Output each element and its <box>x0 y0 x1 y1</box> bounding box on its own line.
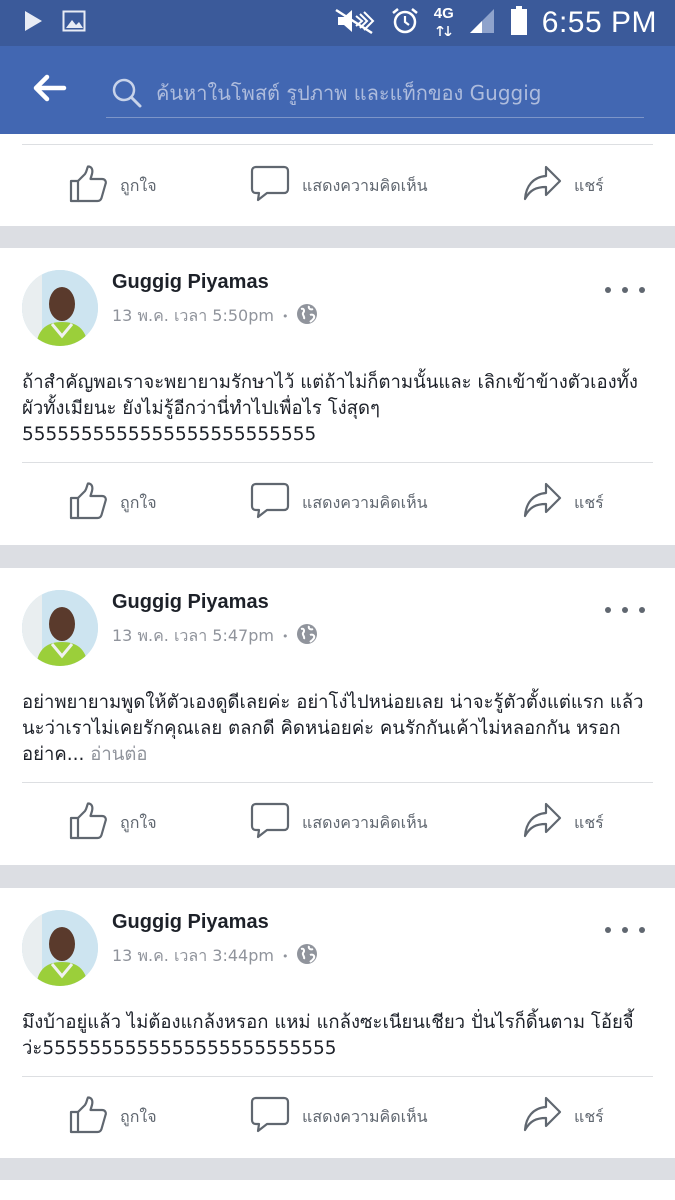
share-button[interactable]: แชร์ <box>522 783 604 863</box>
thumbs-up-icon <box>68 482 108 524</box>
comment-label: แสดงความคิดเห็น <box>302 812 428 832</box>
comment-bubble-icon <box>250 802 290 844</box>
clock-time: 6:55 PM <box>541 6 657 39</box>
more-options-button[interactable] <box>605 918 645 942</box>
more-options-button[interactable] <box>605 598 645 622</box>
post-header: Guggig Piyamas 13 พ.ค. เวลา 3:44pm • <box>0 888 675 988</box>
data-arrows-icon <box>436 21 452 40</box>
post-card: Guggig Piyamas 13 พ.ค. เวลา 5:47pm • อย่… <box>0 568 675 865</box>
thumbs-up-icon <box>68 1096 108 1138</box>
comment-bubble-icon <box>250 1096 290 1138</box>
share-arrow-icon <box>522 482 562 524</box>
like-label: ถูกใจ <box>120 492 157 512</box>
post-meta: 13 พ.ค. เวลา 5:47pm • <box>112 623 318 649</box>
comment-bubble-icon <box>250 482 290 524</box>
like-button[interactable]: ถูกใจ <box>68 1077 157 1157</box>
globe-icon <box>296 623 318 649</box>
alarm-icon <box>390 6 420 40</box>
previous-post-card: ถูกใจ แสดงความคิดเห็น แชร์ <box>0 134 675 226</box>
post-header: Guggig Piyamas 13 พ.ค. เวลา 5:50pm • <box>0 248 675 348</box>
like-button[interactable]: ถูกใจ <box>68 146 157 226</box>
battery-icon <box>510 6 528 40</box>
post-author[interactable]: Guggig Piyamas <box>112 591 269 614</box>
thumbs-up-icon <box>68 802 108 844</box>
avatar[interactable] <box>22 590 98 666</box>
search-icon <box>106 77 148 109</box>
divider <box>22 144 653 145</box>
signal-icon <box>468 7 496 39</box>
status-bar: 4G 6:55 PM <box>0 0 675 46</box>
meta-separator: • <box>281 949 289 963</box>
post-card: Guggig Piyamas 13 พ.ค. เวลา 3:44pm • มึง… <box>0 888 675 1158</box>
comment-button[interactable]: แสดงความคิดเห็น <box>250 783 428 863</box>
globe-icon <box>296 943 318 969</box>
share-arrow-icon <box>522 165 562 207</box>
post-meta: 13 พ.ค. เวลา 3:44pm • <box>112 943 318 969</box>
post-meta: 13 พ.ค. เวลา 5:50pm • <box>112 303 318 329</box>
meta-separator: • <box>281 309 289 323</box>
comment-label: แสดงความคิดเห็น <box>302 492 428 512</box>
post-actions: ถูกใจ แสดงความคิดเห็น แชร์ <box>0 1077 675 1157</box>
avatar[interactable] <box>22 270 98 346</box>
meta-separator: • <box>281 629 289 643</box>
like-button[interactable]: ถูกใจ <box>68 783 157 863</box>
share-label: แชร์ <box>574 812 604 832</box>
comment-button[interactable]: แสดงความคิดเห็น <box>250 463 428 543</box>
mute-icon <box>332 7 376 39</box>
post-timestamp[interactable]: 13 พ.ค. เวลา 3:44pm <box>112 944 274 969</box>
next-post-card <box>0 1180 675 1200</box>
image-notification-icon <box>62 10 86 36</box>
share-label: แชร์ <box>574 175 604 195</box>
network-type-label: 4G <box>433 5 454 22</box>
post-timestamp[interactable]: 13 พ.ค. เวลา 5:47pm <box>112 624 274 649</box>
post-author[interactable]: Guggig Piyamas <box>112 911 269 934</box>
post-card: Guggig Piyamas 13 พ.ค. เวลา 5:50pm • ถ้า… <box>0 248 675 545</box>
like-label: ถูกใจ <box>120 175 157 195</box>
post-actions: ถูกใจ แสดงความคิดเห็น แชร์ <box>0 783 675 863</box>
play-icon <box>22 10 44 36</box>
post-header: Guggig Piyamas 13 พ.ค. เวลา 5:47pm • <box>0 568 675 668</box>
arrow-left-icon <box>33 74 67 106</box>
more-options-button[interactable] <box>605 278 645 302</box>
comment-label: แสดงความคิดเห็น <box>302 175 428 195</box>
comment-button[interactable]: แสดงความคิดเห็น <box>250 146 428 226</box>
post-text: ถ้าสำคัญพอเราจะพยายามรักษาไว้ แต่ถ้าไม่ก… <box>22 372 638 445</box>
share-label: แชร์ <box>574 1106 604 1126</box>
globe-icon <box>296 303 318 329</box>
avatar[interactable] <box>22 910 98 986</box>
post-actions: ถูกใจ แสดงความคิดเห็น แชร์ <box>0 463 675 543</box>
share-arrow-icon <box>522 1096 562 1138</box>
back-button[interactable] <box>0 46 100 134</box>
share-button[interactable]: แชร์ <box>522 1077 604 1157</box>
share-button[interactable]: แชร์ <box>522 463 604 543</box>
post-actions: ถูกใจ แสดงความคิดเห็น แชร์ <box>0 146 675 226</box>
post-timestamp[interactable]: 13 พ.ค. เวลา 5:50pm <box>112 304 274 329</box>
comment-bubble-icon <box>250 165 290 207</box>
comment-button[interactable]: แสดงความคิดเห็น <box>250 1077 428 1157</box>
post-text: อย่าพยายามพูดให้ตัวเองดูดีเลยค่ะ อย่าโง่… <box>22 690 657 768</box>
share-label: แชร์ <box>574 492 604 512</box>
thumbs-up-icon <box>68 165 108 207</box>
app-bar <box>0 46 675 134</box>
search-bar[interactable] <box>106 68 644 118</box>
comment-label: แสดงความคิดเห็น <box>302 1106 428 1126</box>
share-arrow-icon <box>522 802 562 844</box>
like-label: ถูกใจ <box>120 1106 157 1126</box>
search-input[interactable] <box>148 80 628 105</box>
share-button[interactable]: แชร์ <box>522 146 604 226</box>
like-button[interactable]: ถูกใจ <box>68 463 157 543</box>
see-more-link[interactable]: อ่านต่อ <box>90 744 147 765</box>
like-label: ถูกใจ <box>120 812 157 832</box>
post-author[interactable]: Guggig Piyamas <box>112 271 269 294</box>
post-text: มึงบ้าอยู่แล้ว ไม่ต้องแกล้งหรอก แหม่ แกล… <box>22 1012 634 1059</box>
